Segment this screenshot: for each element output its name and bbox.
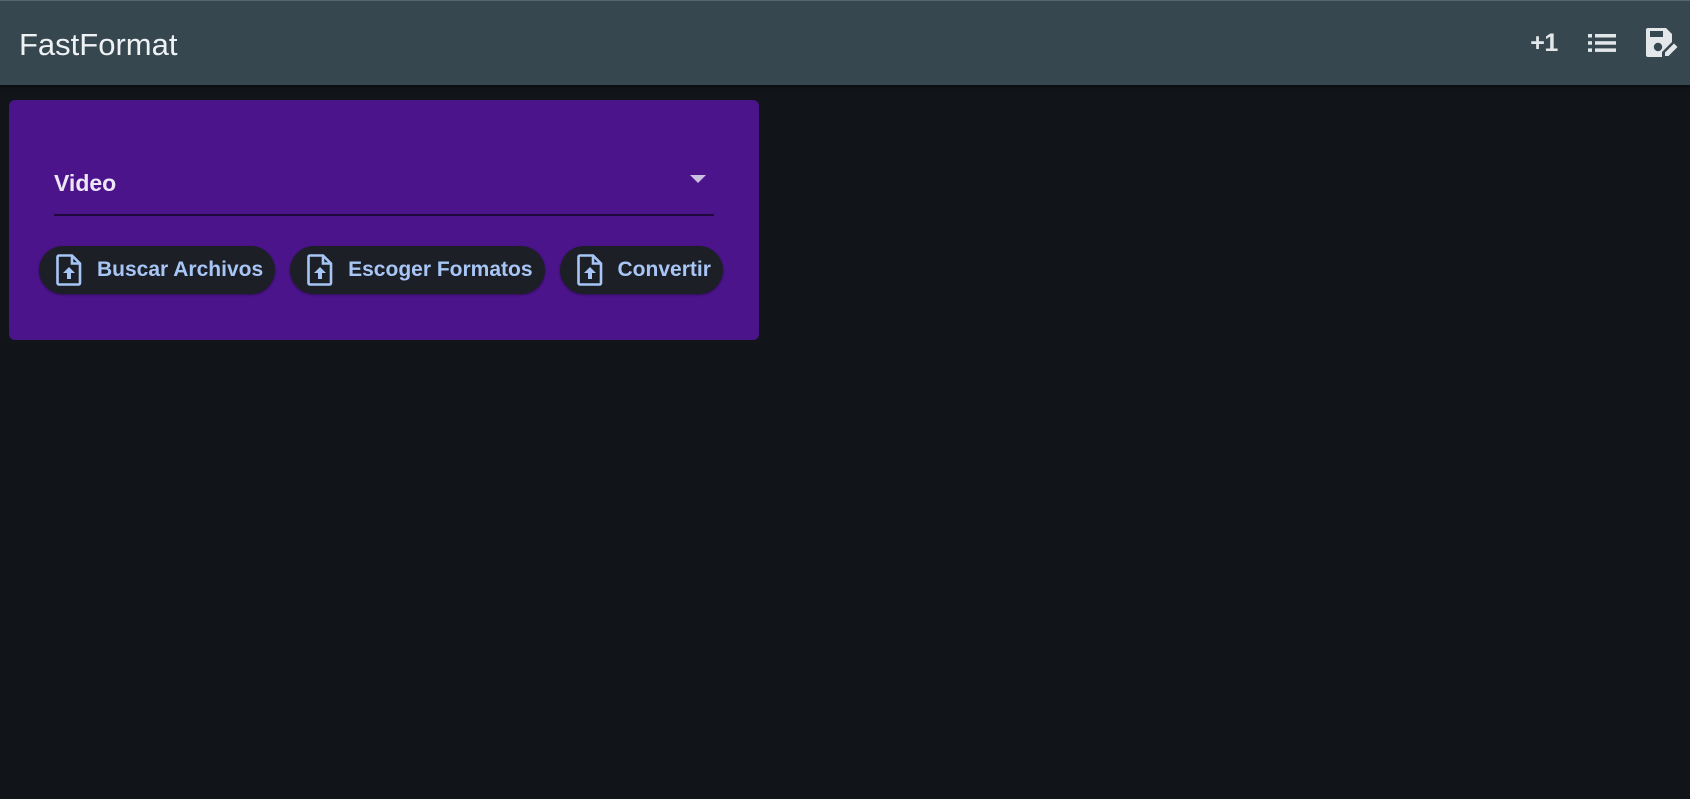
save-edit-icon: [1646, 28, 1678, 57]
action-buttons: Buscar Archivos Escoger Formatos Convert…: [39, 246, 723, 294]
buscar-archivos-button[interactable]: Buscar Archivos: [39, 246, 276, 294]
file-upload-icon: [576, 254, 604, 286]
list-button[interactable]: [1584, 21, 1620, 65]
buscar-archivos-label: Buscar Archivos: [97, 258, 264, 281]
plus-one-button[interactable]: +1: [1524, 21, 1564, 65]
app-bar: FastFormat +1: [0, 0, 1690, 85]
app-title: FastFormat: [19, 27, 178, 62]
converter-card: Video Buscar Archivos Escoger Formatos C…: [9, 100, 759, 340]
file-upload-icon: [306, 254, 334, 286]
convertir-label: Convertir: [617, 258, 711, 281]
file-upload-icon: [55, 254, 83, 286]
escoger-formatos-label: Escoger Formatos: [348, 258, 533, 281]
dropdown-arrow-icon: [690, 175, 706, 183]
escoger-formatos-button[interactable]: Escoger Formatos: [290, 246, 545, 294]
media-type-select[interactable]: Video: [54, 152, 714, 216]
plus-one-icon: +1: [1530, 28, 1558, 57]
list-icon: [1588, 34, 1616, 52]
convertir-button[interactable]: Convertir: [559, 246, 723, 294]
save-edit-button[interactable]: [1644, 21, 1680, 65]
media-type-value: Video: [54, 170, 117, 196]
